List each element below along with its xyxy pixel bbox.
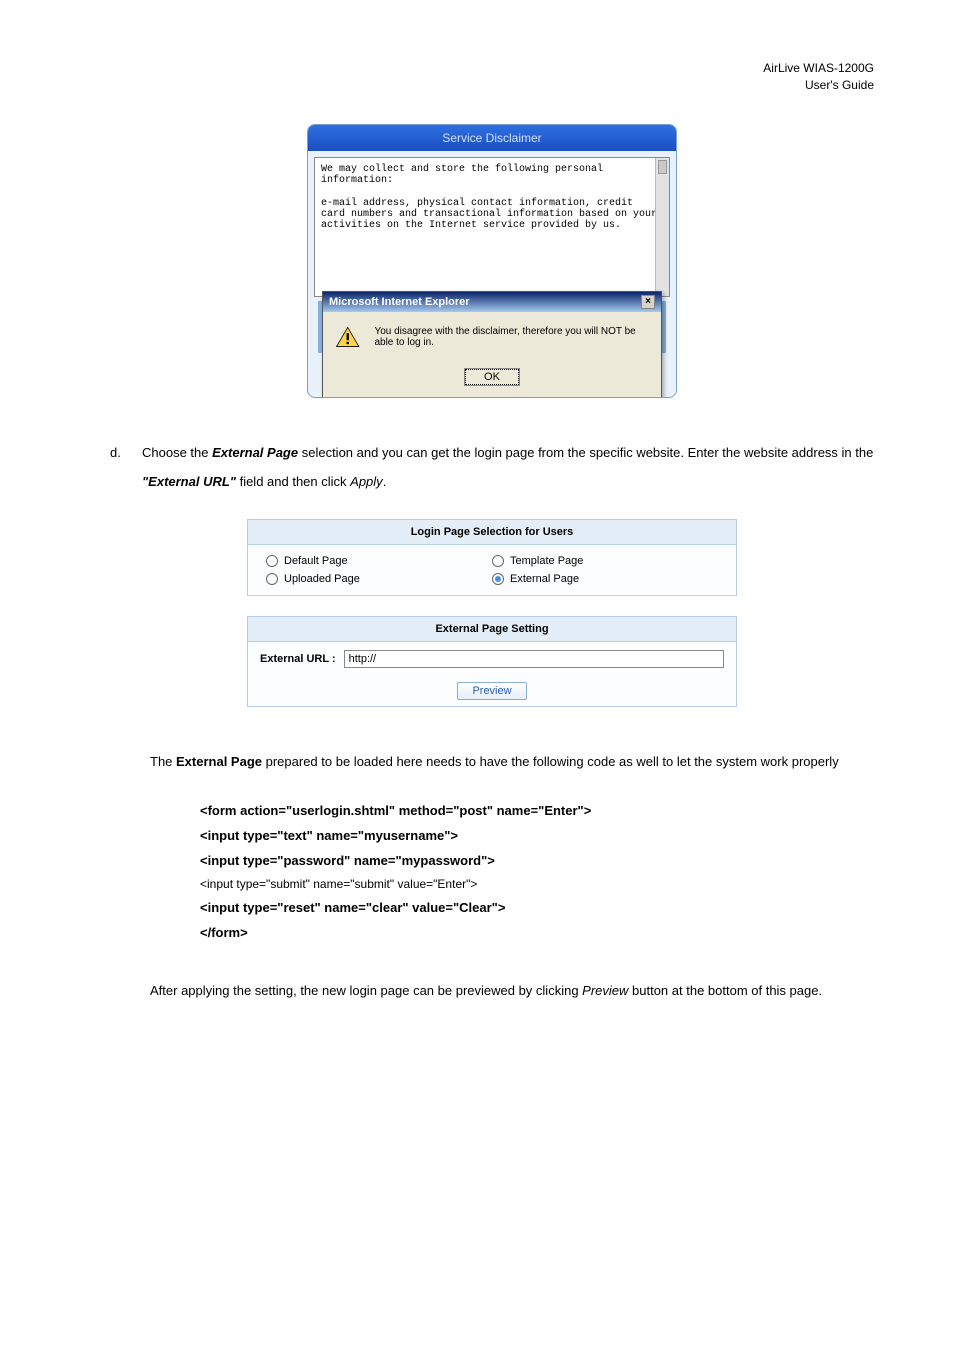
code-line: <input type="submit" name="submit" value…	[200, 873, 874, 896]
text: button at the bottom of this page.	[628, 983, 822, 998]
alert-dialog: Microsoft Internet Explorer × You disagr…	[322, 291, 662, 398]
text: field and then click	[236, 474, 350, 489]
service-disclaimer-screenshot: Service Disclaimer We may collect and st…	[307, 124, 677, 398]
alert-message: You disagree with the disclaimer, theref…	[374, 326, 649, 348]
paragraph-f: After applying the setting, the new logi…	[150, 976, 874, 1006]
text: After applying the setting, the new logi…	[150, 983, 582, 998]
code-line: <form action="userlogin.shtml" method="p…	[200, 799, 874, 824]
login-page-selection-screenshot: Login Page Selection for Users Default P…	[247, 519, 737, 596]
disclaimer-textarea: We may collect and store the following p…	[314, 157, 670, 297]
radio-uploaded-page[interactable]	[266, 573, 278, 585]
radio-default-page[interactable]	[266, 555, 278, 567]
selection-title: Login Page Selection for Users	[248, 520, 736, 545]
text: The	[150, 754, 176, 769]
text: .	[383, 474, 387, 489]
warning-icon	[335, 324, 360, 350]
text: prepared to be loaded here needs to have…	[262, 754, 839, 769]
external-page-setting-screenshot: External Page Setting External URL : Pre…	[247, 616, 737, 707]
apply-italic: Apply	[350, 474, 383, 489]
paragraph-e: The External Page prepared to be loaded …	[150, 747, 874, 777]
doc-title: User's Guide	[805, 78, 874, 92]
radio-template-page[interactable]	[492, 555, 504, 567]
product-name: AirLive WIAS-1200G	[763, 61, 874, 75]
alert-titlebar: Microsoft Internet Explorer ×	[323, 292, 661, 312]
scrollbar[interactable]	[655, 158, 669, 296]
external-url-label: External URL :	[260, 653, 336, 665]
close-icon[interactable]: ×	[641, 295, 655, 309]
code-line: <input type="reset" name="clear" value="…	[200, 896, 874, 921]
disclaimer-text-1: We may collect and store the following p…	[321, 164, 663, 186]
alert-title-text: Microsoft Internet Explorer	[329, 296, 470, 308]
page-header: AirLive WIAS-1200G User's Guide	[110, 60, 874, 94]
external-page-bold: External Page	[212, 445, 298, 460]
radio-label: Template Page	[510, 555, 583, 567]
preview-button[interactable]: Preview	[457, 682, 526, 700]
external-url-bold: "External URL"	[142, 474, 236, 489]
radio-label: Default Page	[284, 555, 348, 567]
external-setting-title: External Page Setting	[248, 617, 736, 642]
code-block: <form action="userlogin.shtml" method="p…	[200, 799, 874, 945]
text: Choose the	[142, 445, 212, 460]
radio-label: External Page	[510, 573, 579, 585]
external-page-bold-2: External Page	[176, 754, 262, 769]
code-line: <input type="text" name="myusername">	[200, 824, 874, 849]
code-line: </form>	[200, 921, 874, 946]
disclaimer-text-2: e-mail address, physical contact informa…	[321, 198, 663, 231]
paragraph-d: d. Choose the External Page selection an…	[110, 438, 874, 498]
preview-italic: Preview	[582, 983, 628, 998]
code-line: <input type="password" name="mypassword"…	[200, 849, 874, 874]
radio-external-page[interactable]	[492, 573, 504, 585]
list-marker: d.	[110, 438, 132, 498]
ok-button[interactable]: OK	[465, 369, 519, 385]
radio-label: Uploaded Page	[284, 573, 360, 585]
external-url-input[interactable]	[344, 650, 724, 668]
text: selection and you can get the login page…	[298, 445, 873, 460]
disclaimer-title: Service Disclaimer	[308, 125, 676, 151]
